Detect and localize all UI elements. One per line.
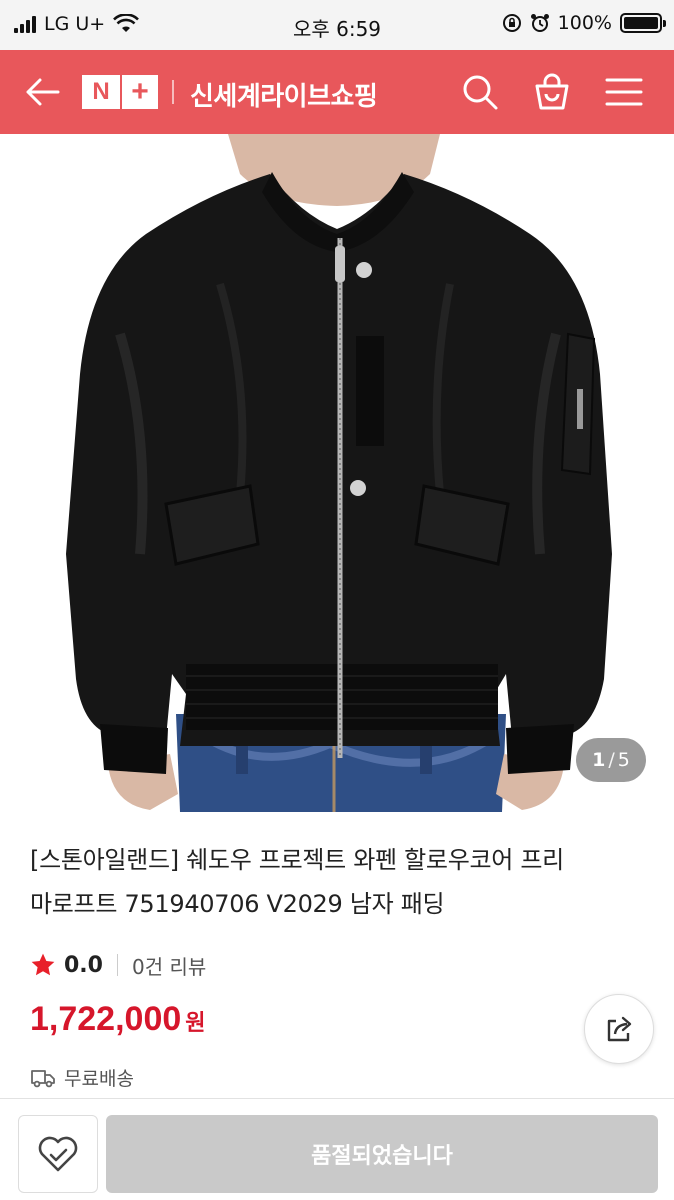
product-title: [스톤아일랜드] 쉐도우 프로젝트 와펜 할로우코어 프리 마로프트 75194… [30,838,650,926]
logo-n: N [82,75,120,109]
image-counter-separator: / [608,749,615,771]
shopping-bag-icon [535,73,569,110]
cart-button[interactable] [530,70,574,114]
soldout-button[interactable]: 품절되었습니다 [106,1115,658,1193]
review-count-link[interactable]: 0건 리뷰 [132,951,206,980]
bottom-action-bar: 품절되었습니다 [0,1098,674,1200]
alarm-icon [530,14,549,32]
star-icon [31,953,55,976]
rating-divider [116,954,118,976]
search-icon [463,75,498,110]
nplus-logo[interactable]: N + [82,75,158,109]
status-right: 100% [502,12,666,34]
image-counter: 1 / 5 [576,738,646,782]
logo-plus: + [122,75,158,109]
product-title-line2: 마로프트 751940706 V2029 남자 패딩 [30,890,445,918]
product-image-gallery[interactable]: 1 / 5 [0,134,674,812]
image-counter-current: 1 [592,749,606,771]
header-title[interactable]: 신세계라이브쇼핑 [190,76,378,113]
menu-icon [605,78,643,106]
heart-check-icon [38,1136,78,1172]
shipping-label: 무료배송 [64,1068,134,1090]
status-bar: LG U+ 오후 6:59 100% [0,0,674,50]
price-row: 1,722,000 원 [30,1000,206,1039]
search-button[interactable] [458,70,502,114]
header-divider [172,80,174,104]
image-counter-total: 5 [617,749,630,771]
price-unit: 원 [185,1011,206,1036]
truck-icon [31,1069,55,1087]
back-arrow-icon [26,78,60,106]
battery-icon [620,13,666,33]
product-photo [66,134,612,812]
wishlist-button[interactable] [18,1115,98,1193]
battery-percent: 100% [557,12,612,34]
share-icon [607,1016,632,1042]
share-button[interactable] [584,994,654,1064]
rating-row[interactable]: 0.0 0건 리뷰 [30,948,206,982]
app-header: N + 신세계라이브쇼핑 [0,50,674,134]
back-button[interactable] [20,72,64,112]
price-value: 1,722,000 [30,1000,182,1038]
product-title-line1: [스톤아일랜드] 쉐도우 프로젝트 와펜 할로우코어 프리 [30,846,564,874]
shipping-row: 무료배송 [30,1064,134,1091]
rating-value: 0.0 [64,952,103,978]
menu-button[interactable] [602,70,646,114]
rotation-lock-icon [502,14,521,32]
